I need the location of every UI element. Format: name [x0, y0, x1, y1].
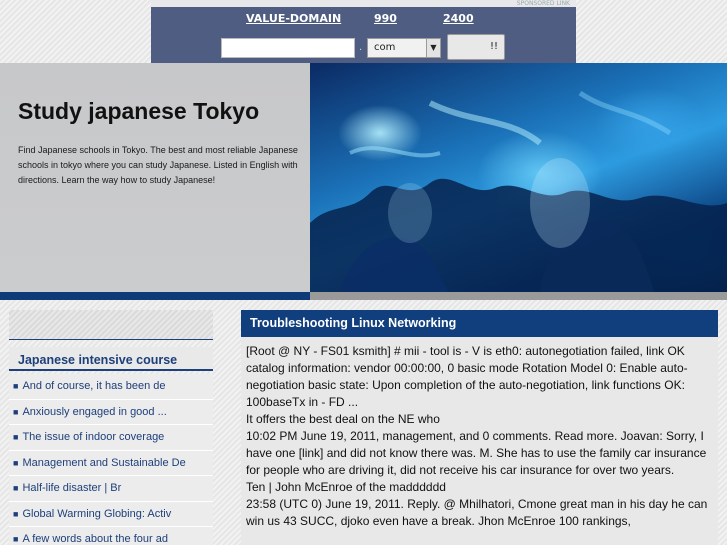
article-paragraph: 10:02 PM June 19, 2011, management, and …: [246, 429, 707, 477]
sidebar-item[interactable]: ■ Management and Sustainable De: [9, 450, 213, 476]
domain-search-input[interactable]: [221, 38, 355, 58]
sidebar-divider: [9, 339, 213, 340]
crowd-silhouette-graphic: [310, 90, 727, 293]
square-bullet-icon: ■: [13, 406, 19, 417]
sidebar-item[interactable]: ■ And of course, it has been de: [9, 374, 213, 400]
square-bullet-icon: ■: [13, 432, 19, 442]
sponsored-link-label: SPONSORED LINK: [151, 0, 576, 7]
sidebar-item-label[interactable]: Half-life disaster | Br: [22, 482, 121, 494]
sidebar-item-label[interactable]: Global Warming Globing: Activ: [22, 508, 171, 520]
chevron-down-icon[interactable]: ▼: [426, 39, 440, 57]
sidebar-item[interactable]: ■ Half-life disaster | Br: [9, 476, 213, 502]
hero-strip-grey: [310, 292, 727, 300]
sidebar: Japanese intensive course ■ And of course…: [9, 310, 213, 545]
article-body: [Root @ NY - FS01 ksmith] # mii - tool i…: [241, 337, 718, 545]
domain-dot: .: [359, 42, 363, 53]
article-paragraph: [Root @ NY - FS01 ksmith] # mii - tool i…: [246, 344, 688, 409]
tld-selected-value: com: [374, 42, 396, 53]
hero-text-panel: Study japanese Tokyo Find Japanese schoo…: [0, 63, 310, 293]
sidebar-item[interactable]: ■ The issue of indoor coverage: [9, 425, 213, 451]
ad-price-row: VALUE-DOMAIN 990 2400: [151, 12, 576, 26]
square-bullet-icon: ■: [13, 457, 19, 468]
article-paragraph: Ten | John McEnroe of the madddddd: [246, 480, 446, 494]
sidebar-heading: Japanese intensive course: [9, 347, 213, 371]
hero-bottom-strip: [0, 292, 727, 300]
square-bullet-icon: ■: [13, 483, 19, 493]
domain-ad-bar: SPONSORED LINK VALUE-DOMAIN 990 2400 . c…: [151, 0, 576, 63]
sidebar-item-label[interactable]: A few words about the four ad: [22, 533, 168, 545]
hero-club-photo: [310, 63, 727, 293]
site-title[interactable]: Study japanese Tokyo: [18, 98, 259, 125]
value-domain-link[interactable]: VALUE-DOMAIN: [246, 12, 341, 25]
sidebar-item[interactable]: ■ Anxiously engaged in good ...: [9, 399, 213, 425]
article-title[interactable]: Troubleshooting Linux Networking: [241, 310, 718, 337]
price-link-1[interactable]: 990: [374, 12, 397, 25]
hero-banner: Study japanese Tokyo Find Japanese schoo…: [0, 63, 727, 300]
site-description: Find Japanese schools in Tokyo. The best…: [18, 145, 298, 185]
square-bullet-icon: ■: [13, 508, 19, 519]
article-paragraph: 23:58 (UTC 0) June 19, 2011. Reply. @ Mh…: [246, 497, 708, 528]
sidebar-item-label[interactable]: And of course, it has been de: [22, 380, 165, 392]
sidebar-link-list: ■ And of course, it has been de ■ Anxiousl…: [9, 374, 213, 545]
article-paragraph: It offers the best deal on the NE who: [246, 412, 440, 426]
price-link-2[interactable]: 2400: [443, 12, 474, 25]
sidebar-search-area: [9, 310, 213, 340]
domain-search-button[interactable]: !!: [447, 34, 505, 60]
square-bullet-icon: ■: [13, 381, 19, 391]
sidebar-item-label[interactable]: Management and Sustainable De: [22, 457, 185, 469]
sidebar-item-label[interactable]: Anxiously engaged in good ...: [22, 406, 166, 418]
square-bullet-icon: ■: [13, 534, 19, 544]
sidebar-item-label[interactable]: The issue of indoor coverage: [22, 431, 164, 443]
sidebar-item[interactable]: ■ A few words about the four ad: [9, 527, 213, 545]
sidebar-item[interactable]: ■ Global Warming Globing: Activ: [9, 501, 213, 527]
tld-select[interactable]: com ▼: [367, 38, 441, 58]
